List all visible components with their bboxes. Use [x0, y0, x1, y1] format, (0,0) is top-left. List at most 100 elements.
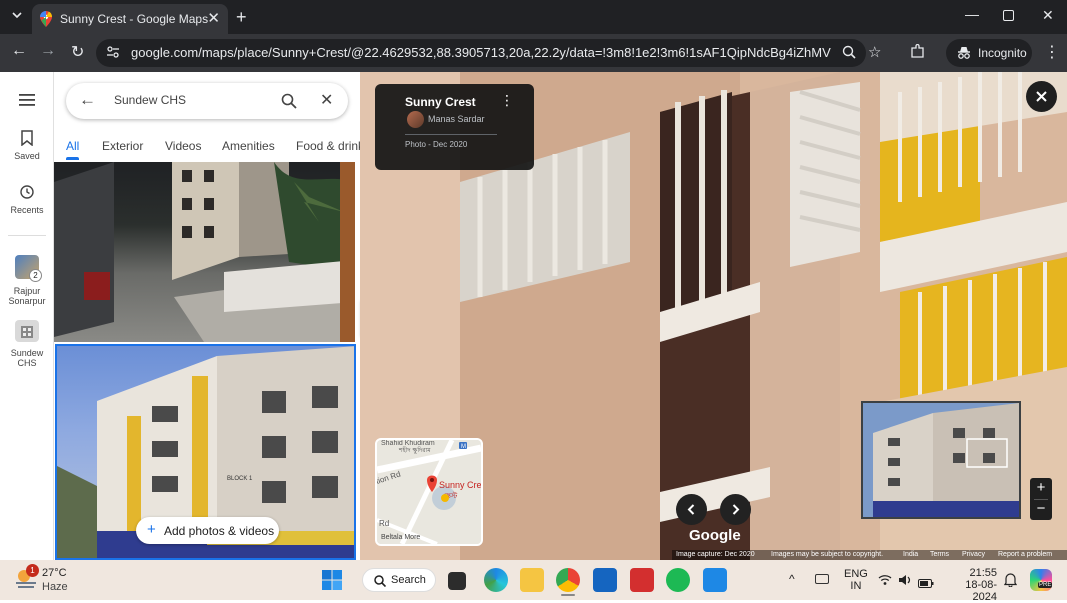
taskbar-search[interactable]: Search	[362, 568, 436, 592]
next-photo-button[interactable]	[720, 494, 751, 525]
bell-icon[interactable]	[1003, 572, 1018, 592]
close-viewer-button[interactable]	[1026, 81, 1057, 112]
app-icon[interactable]	[703, 568, 727, 592]
rail-recents-label: Recents	[10, 205, 44, 215]
footer-capture-date: Image capture: Dec 2020	[676, 551, 755, 558]
battery-icon[interactable]	[918, 575, 934, 593]
incognito-indicator[interactable]: Incognito	[946, 39, 1032, 67]
search-back-icon[interactable]: ←	[79, 90, 96, 110]
extensions-icon[interactable]	[910, 43, 925, 64]
recent-place-thumbnail: 2	[15, 255, 42, 282]
chevron-up-icon[interactable]: ^	[789, 572, 795, 586]
tab-list-icon[interactable]	[9, 8, 25, 26]
previous-photo-button[interactable]	[676, 494, 707, 525]
site-info-icon[interactable]	[106, 45, 120, 64]
metro-badge: M	[461, 444, 466, 450]
chevron-left-icon	[687, 504, 695, 515]
weather-badge: 1	[26, 564, 39, 577]
rail-saved[interactable]: Saved	[0, 130, 54, 161]
acrobat-icon[interactable]	[630, 568, 654, 592]
rail-recents[interactable]: Recents	[0, 184, 54, 215]
chrome-icon[interactable]	[556, 568, 580, 592]
weather-desc[interactable]: Haze	[42, 581, 68, 593]
zoom-out-button[interactable]: −	[1030, 500, 1052, 517]
tab-all-underline	[66, 157, 79, 160]
keyboard-icon[interactable]	[815, 574, 829, 584]
clock[interactable]: 21:55 18-08-2024	[945, 567, 997, 603]
tab-exterior[interactable]: Exterior	[102, 139, 143, 153]
add-photos-button[interactable]: + Add photos & videos	[136, 517, 279, 544]
pegman-icon[interactable]	[441, 494, 449, 502]
tab-all[interactable]: All	[66, 139, 79, 153]
clear-search-icon[interactable]: ✕	[320, 90, 333, 110]
search-icon[interactable]	[281, 93, 297, 109]
overview-thumbnail[interactable]	[861, 401, 1021, 519]
reload-icon[interactable]: ↻	[71, 42, 84, 62]
footer-terms[interactable]: Terms	[930, 551, 949, 558]
rail-recent-place-sundew[interactable]: Sundew CHS	[0, 320, 54, 368]
building-icon	[15, 320, 39, 342]
clock-date: 18-08-2024	[965, 579, 997, 603]
info-divider	[405, 134, 497, 135]
star-icon[interactable]: ☆	[868, 43, 881, 61]
photo-thumbnail-1[interactable]	[54, 162, 355, 342]
search-box[interactable]: ← Sundew CHS ✕	[66, 83, 348, 119]
tab-title: Sunny Crest - Google Maps	[60, 12, 209, 26]
more-options-icon[interactable]: ⋮	[500, 92, 514, 109]
recent-place-1-line1: Rajpur	[13, 286, 41, 296]
restore-icon[interactable]	[1003, 10, 1014, 21]
minimap-label-top-bn: শহীদ ক্ষুদিরাম	[398, 446, 431, 454]
info-author[interactable]: Manas Sardar	[428, 114, 485, 124]
tab-videos[interactable]: Videos	[165, 139, 201, 153]
new-tab-plus-icon[interactable]: +	[236, 7, 247, 28]
google-logo: Google	[689, 527, 741, 544]
wifi-icon[interactable]	[878, 573, 892, 591]
weather-temp[interactable]: 27°C	[42, 567, 67, 579]
copilot-icon[interactable]: PRE	[1030, 569, 1053, 591]
minimize-icon[interactable]: —	[965, 6, 979, 22]
minimap-label-top: Shahid Khudiram	[381, 440, 435, 447]
copilot-badge: PRE	[1038, 582, 1053, 588]
footer-privacy[interactable]: Privacy	[962, 551, 985, 558]
language-indicator[interactable]: ENG IN	[844, 568, 868, 592]
back-icon[interactable]: ←	[11, 42, 27, 60]
browser-tab-active[interactable]: Sunny Crest - Google Maps ✕	[32, 4, 228, 34]
forward-icon[interactable]: →	[40, 42, 56, 60]
block-sign: BLOCK 1	[227, 476, 253, 482]
hamburger-icon[interactable]	[19, 93, 35, 111]
volume-icon[interactable]	[898, 573, 912, 591]
incognito-icon	[958, 47, 970, 59]
tab-amenities[interactable]: Amenities	[222, 139, 275, 153]
weather-widget[interactable]: 1	[14, 564, 39, 595]
zoom-in-button[interactable]: +	[1030, 479, 1052, 496]
add-photos-label: Add photos & videos	[164, 524, 275, 538]
browser-menu-icon[interactable]: ⋮	[1044, 42, 1060, 62]
rail-saved-label: Saved	[14, 151, 40, 161]
language-line2: IN	[850, 580, 862, 592]
bookmark-icon	[21, 130, 33, 147]
chrome-running-indicator	[561, 594, 575, 596]
spotify-icon[interactable]	[666, 568, 690, 592]
search-input[interactable]: Sundew CHS	[114, 93, 186, 107]
zoom-icon[interactable]	[842, 45, 856, 64]
mini-map[interactable]: M Shahid Khudiram শহীদ ক্ষুদিরাম Sunny C…	[375, 438, 483, 546]
close-window-icon[interactable]: ✕	[1042, 7, 1054, 24]
windows-start-icon[interactable]	[322, 570, 342, 595]
rail-recent-place-rajpur[interactable]: 2 Rajpur Sonarpur	[0, 255, 54, 306]
recent-place-2-line1: Sundew	[10, 348, 44, 358]
chevron-right-icon	[732, 504, 740, 515]
footer-report[interactable]: Report a problem	[998, 551, 1052, 558]
task-view-icon[interactable]	[448, 572, 466, 590]
info-place-name[interactable]: Sunny Crest	[405, 95, 476, 109]
tab-food-drink[interactable]: Food & drink	[296, 139, 364, 153]
edge-icon[interactable]	[484, 568, 508, 592]
url-text[interactable]: google.com/maps/place/Sunny+Crest/@22.46…	[131, 45, 831, 60]
close-tab-icon[interactable]: ✕	[207, 9, 220, 27]
recent-place-1-line2: Sonarpur	[8, 296, 46, 306]
file-explorer-icon[interactable]	[520, 568, 544, 592]
author-avatar[interactable]	[407, 111, 424, 128]
footer-copyright: Images may be subject to copyright.	[771, 551, 884, 558]
store-icon[interactable]	[593, 568, 617, 592]
photo-info-card: Sunny Crest ⋮ Manas Sardar Photo - Dec 2…	[375, 84, 534, 170]
footer-region[interactable]: India	[903, 551, 918, 558]
